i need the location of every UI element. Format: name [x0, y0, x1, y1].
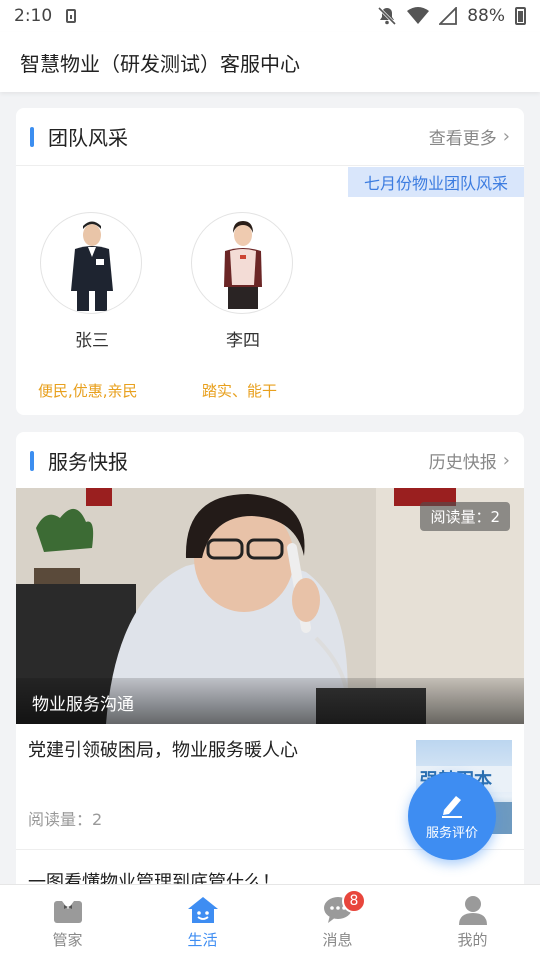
view-more-link[interactable]: 查看更多 ›: [429, 124, 510, 149]
status-bar: 2:10 88%: [0, 0, 540, 32]
news-title: 服务快报: [48, 450, 128, 474]
avatar: [191, 212, 293, 314]
tab-label: 我的: [457, 931, 488, 949]
service-review-button[interactable]: 服务评价: [408, 772, 496, 860]
section-accent-bar: [30, 450, 34, 471]
butler-icon: [53, 901, 82, 923]
tab-label: 消息: [322, 931, 353, 949]
article-title: 党建引领破困局，物业服务暖人心: [28, 740, 298, 761]
view-more-label: 查看更多: [428, 129, 497, 149]
tab-label: 管家: [52, 931, 83, 949]
battery-icon: [515, 7, 526, 25]
member-tag: 踏实、能干: [202, 382, 278, 400]
team-card: 团队风采 查看更多 › 七月份物业团队风采 张三 李四 便民,优惠,亲民 踏实、…: [16, 108, 524, 415]
sim-card-icon: [66, 9, 77, 23]
tab-label: 生活: [187, 931, 218, 949]
team-member[interactable]: 张三: [40, 212, 144, 351]
section-accent-bar: [30, 126, 34, 147]
tab-messages[interactable]: 消息 8: [270, 885, 405, 960]
status-right: 88%: [377, 6, 526, 26]
notifications-off-icon: [378, 6, 397, 26]
team-title: 团队风采: [48, 126, 128, 150]
team-month-banner[interactable]: 七月份物业团队风采: [347, 167, 524, 197]
tab-butler[interactable]: 管家: [0, 885, 135, 960]
featured-caption: 物业服务沟通: [16, 678, 524, 724]
male-staff-icon: [71, 221, 113, 311]
member-name: 张三: [75, 331, 109, 351]
status-time: 2:10: [14, 6, 53, 26]
unread-badge: 8: [342, 889, 366, 913]
signal-icon: [439, 7, 458, 25]
service-review-label: 服务评价: [425, 825, 478, 841]
app-bar: 智慧物业（研发测试）客服中心: [0, 32, 540, 92]
history-news-label: 历史快报: [428, 453, 497, 473]
team-member[interactable]: 李四: [191, 212, 295, 351]
battery-percent: 88%: [467, 6, 505, 26]
featured-news-image[interactable]: 阅读量：2 物业服务沟通: [16, 488, 524, 724]
tab-mine[interactable]: 我的: [405, 885, 540, 960]
chevron-right-icon: ›: [502, 126, 510, 147]
article-read-count: 阅读量：2: [28, 810, 103, 829]
edit-pen-icon: [442, 795, 462, 818]
chevron-right-icon: ›: [502, 450, 510, 471]
avatar: [40, 212, 142, 314]
female-staff-icon: [224, 221, 262, 309]
person-icon: [458, 896, 487, 925]
wifi-icon: [407, 7, 430, 24]
member-name: 李四: [226, 331, 260, 351]
bottom-tab-bar: 管家 生活 消息 8 我的: [0, 884, 540, 960]
history-news-link[interactable]: 历史快报 ›: [429, 448, 510, 473]
member-tag: 便民,优惠,亲民: [38, 382, 138, 400]
tab-life[interactable]: 生活: [135, 885, 270, 960]
team-header: 团队风采 查看更多 ›: [16, 108, 524, 166]
home-icon: [187, 897, 218, 923]
featured-read-count: 阅读量：2: [420, 502, 510, 531]
page-title: 智慧物业（研发测试）客服中心: [20, 51, 300, 76]
news-header: 服务快报 历史快报 ›: [16, 432, 524, 490]
